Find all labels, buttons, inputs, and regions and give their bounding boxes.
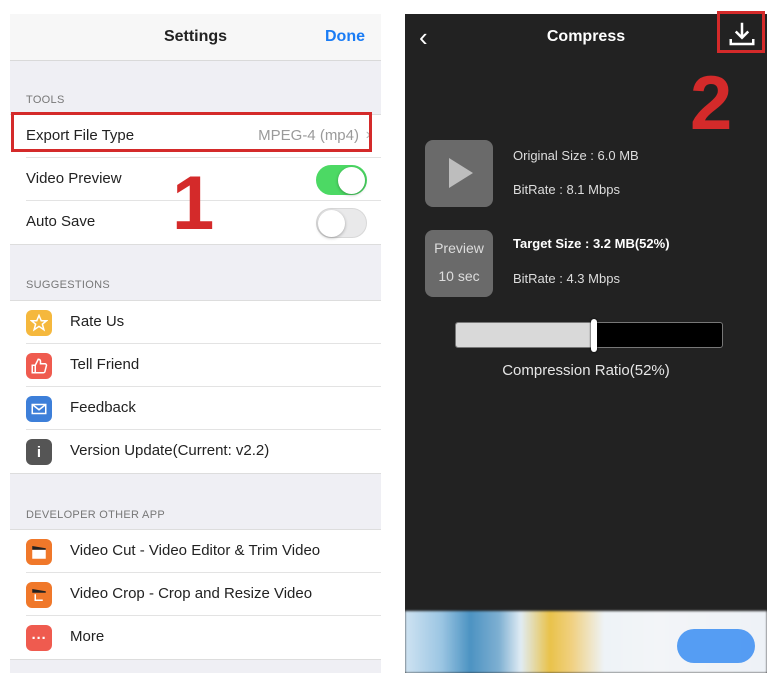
more-label: More [70,628,105,645]
tools-section-header: TOOLS [26,94,65,106]
rate-us-label: Rate Us [70,313,125,330]
preview-duration: 10 sec [438,268,480,284]
toggle-knob [338,167,365,194]
tell-friend-row[interactable]: Tell Friend [26,344,381,387]
version-update-row[interactable]: i Version Update(Current: v2.2) [26,430,381,473]
video-preview-toggle[interactable] [316,165,367,195]
compress-header: ‹ Compress [405,14,767,61]
original-video-thumbnail[interactable] [425,140,493,207]
video-preview-label: Video Preview [26,170,122,187]
play-icon [449,158,473,188]
compression-ratio-label: Compression Ratio(52%) [502,362,670,379]
tell-friend-label: Tell Friend [70,356,140,373]
annotation-number-1: 1 [172,161,215,246]
compress-title: Compress [546,28,626,45]
clapper-crop-icon [26,582,52,608]
target-size-text: Target Size : 3.2 MB(52%) [513,236,670,251]
more-icon: ··· [26,625,52,651]
suggestions-section-header: SUGGESTIONS [26,279,110,291]
suggestions-group: Rate Us Tell Friend Feedback i Version U… [10,300,381,474]
feedback-label: Feedback [70,399,136,416]
original-size-text: Original Size : 6.0 MB [513,148,639,163]
mail-icon [26,396,52,422]
thumbs-up-icon [26,353,52,379]
screenshot-root: Settings Done TOOLS Export File Type MPE… [0,0,767,673]
auto-save-toggle[interactable] [316,208,367,238]
preview-label: Preview [434,240,484,256]
slider-fill [456,323,595,347]
annotation-number-2: 2 [690,61,733,146]
export-highlight-box [11,112,372,152]
ad-button[interactable] [677,629,755,663]
video-crop-row[interactable]: Video Crop - Crop and Resize Video [26,573,381,616]
done-button[interactable]: Done [325,28,365,46]
compression-slider[interactable] [455,319,723,352]
more-row[interactable]: ··· More [26,616,381,659]
video-crop-label: Video Crop - Crop and Resize Video [70,585,313,602]
video-cut-label: Video Cut - Video Editor & Trim Video [70,542,321,559]
auto-save-label: Auto Save [26,213,96,230]
star-icon [26,310,52,336]
developer-section-header: DEVELOPER OTHER APP [26,509,165,521]
download-icon[interactable] [727,19,757,49]
settings-navbar: Settings Done [10,14,381,61]
clapper-icon [26,539,52,565]
original-bitrate-text: BitRate : 8.1 Mbps [513,182,620,197]
rate-us-row[interactable]: Rate Us [26,301,381,344]
info-icon: i [26,439,52,465]
preview-thumbnail[interactable]: Preview 10 sec [425,230,493,297]
target-bitrate-text: BitRate : 4.3 Mbps [513,271,620,286]
developer-group: Video Cut - Video Editor & Trim Video Vi… [10,529,381,660]
toggle-knob [318,210,345,237]
video-cut-row[interactable]: Video Cut - Video Editor & Trim Video [26,530,381,573]
version-update-label: Version Update(Current: v2.2) [70,442,270,459]
slider-handle[interactable] [591,319,598,352]
feedback-row[interactable]: Feedback [26,387,381,430]
